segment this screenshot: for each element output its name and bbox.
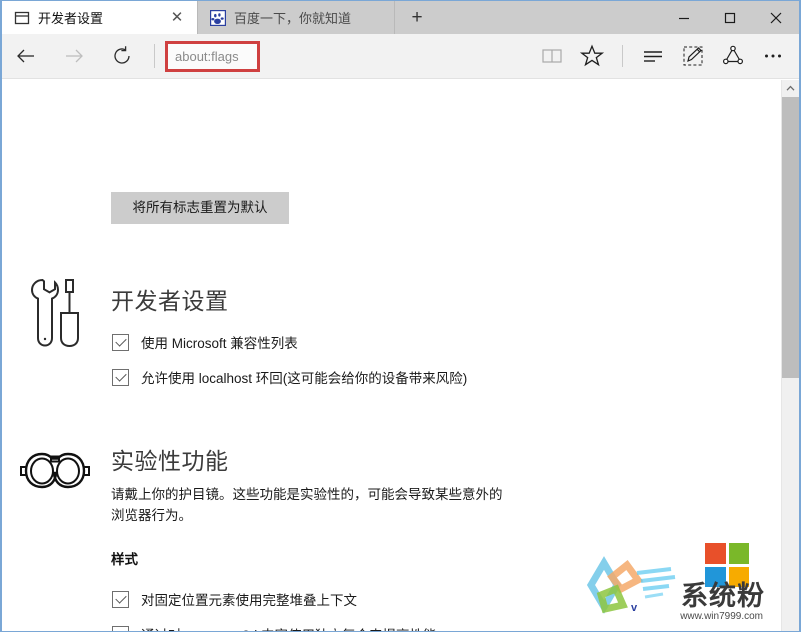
checkbox-full-stacking-context[interactable] [112, 591, 129, 608]
reading-view-icon [540, 44, 564, 68]
close-icon [768, 10, 784, 26]
section-description: 请戴上你的护目镜。这些功能是实验性的，可能会导致某些意外的浏览器行为。 [111, 484, 511, 526]
refresh-icon [110, 44, 134, 68]
checkbox-preserve-3d-compositing[interactable] [112, 626, 129, 632]
refresh-button[interactable] [98, 34, 146, 79]
tab-strip-drag-area [439, 1, 661, 34]
section-title-developer-settings: 开发者设置 [111, 282, 229, 316]
toolbar-divider [622, 45, 623, 67]
minimize-button[interactable] [661, 1, 707, 34]
wrench-screwdriver-icon [24, 276, 86, 352]
watermark-url: www.win7999.com [680, 611, 763, 622]
svg-text:v: v [631, 602, 638, 614]
swatch-green [729, 543, 750, 564]
address-bar-area [146, 34, 532, 79]
forward-arrow-icon [62, 44, 86, 68]
hub-icon [640, 43, 666, 69]
page-scrollbar[interactable] [781, 80, 799, 631]
section-title-experimental-features: 实验性功能 [111, 442, 229, 476]
minimize-icon [677, 11, 691, 25]
checkbox-ms-compat-list[interactable] [112, 334, 129, 351]
watermark-text: 系统粉 [681, 583, 765, 610]
tab-developer-settings[interactable]: 开发者设置 ✕ [2, 1, 198, 34]
close-button[interactable] [753, 1, 799, 34]
page-icon [14, 10, 30, 26]
address-bar-highlight [165, 41, 260, 72]
scrollbar-thumb[interactable] [782, 81, 799, 378]
swatch-red [705, 543, 726, 564]
checkbox-label: 通过对 preserve-3d 内容使用独立复合来提高性能 [141, 624, 437, 631]
goggles-icon [19, 446, 91, 496]
checkbox-label: 使用 Microsoft 兼容性列表 [141, 332, 298, 352]
forward-button[interactable] [50, 34, 98, 79]
swatch-blue [705, 567, 726, 588]
checkbox-localhost-loopback[interactable] [112, 369, 129, 386]
microsoft-squares-icon [705, 543, 749, 587]
tab-close-button[interactable]: ✕ [167, 8, 187, 28]
tab-baidu[interactable]: 百度一下，你就知道 [198, 1, 395, 34]
chevron-up-icon [786, 85, 795, 92]
web-note-icon [680, 43, 706, 69]
tab-strip: 开发者设置 ✕ 百度一下，你就知道 + [2, 1, 799, 34]
maximize-button[interactable] [707, 1, 753, 34]
checkbox-row[interactable]: 对固定位置元素使用完整堆叠上下文 [112, 588, 357, 610]
maximize-icon [723, 11, 737, 25]
reading-view-button[interactable] [532, 34, 572, 79]
about-flags-page: 将所有标志重置为默认 开发者设置 使用 Microsoft 兼容性列表 允许使用… [2, 80, 781, 631]
tab-title: 百度一下，你就知道 [234, 8, 384, 27]
checkbox-label: 允许使用 localhost 环回(这可能会给你的设备带来风险) [141, 367, 467, 387]
favorites-star-icon [579, 43, 605, 69]
more-button[interactable] [753, 34, 793, 79]
page-viewport: 将所有标志重置为默认 开发者设置 使用 Microsoft 兼容性列表 允许使用… [2, 80, 799, 631]
checkbox-row[interactable]: 使用 Microsoft 兼容性列表 [112, 331, 298, 353]
subsection-title-styles: 样式 [111, 548, 138, 568]
share-button[interactable] [713, 34, 753, 79]
back-arrow-icon [14, 44, 38, 68]
more-icon [760, 43, 786, 69]
checkbox-row[interactable]: 通过对 preserve-3d 内容使用独立复合来提高性能 [112, 623, 437, 631]
swatch-yellow [729, 567, 750, 588]
back-button[interactable] [2, 34, 50, 79]
browser-toolbar [2, 34, 799, 79]
favorites-button[interactable] [572, 34, 612, 79]
toolbar-actions [532, 34, 799, 79]
tab-title: 开发者设置 [38, 8, 159, 27]
address-input[interactable] [168, 44, 257, 69]
new-tab-button[interactable]: + [395, 1, 439, 34]
web-note-button[interactable] [673, 34, 713, 79]
toolbar-divider [154, 44, 155, 68]
watermark-logo-icon: v [571, 555, 691, 617]
checkbox-row[interactable]: 允许使用 localhost 环回(这可能会给你的设备带来风险) [112, 366, 467, 388]
reset-all-flags-button[interactable]: 将所有标志重置为默认 [111, 192, 289, 224]
baidu-icon [210, 10, 226, 26]
hub-button[interactable] [633, 34, 673, 79]
share-icon [720, 43, 746, 69]
scrollbar-up-button[interactable] [782, 80, 799, 97]
checkbox-label: 对固定位置元素使用完整堆叠上下文 [141, 589, 357, 609]
browser-window: 开发者设置 ✕ 百度一下，你就知道 + [0, 0, 801, 632]
watermark: v 系统粉 www.win7999.com [571, 541, 771, 623]
